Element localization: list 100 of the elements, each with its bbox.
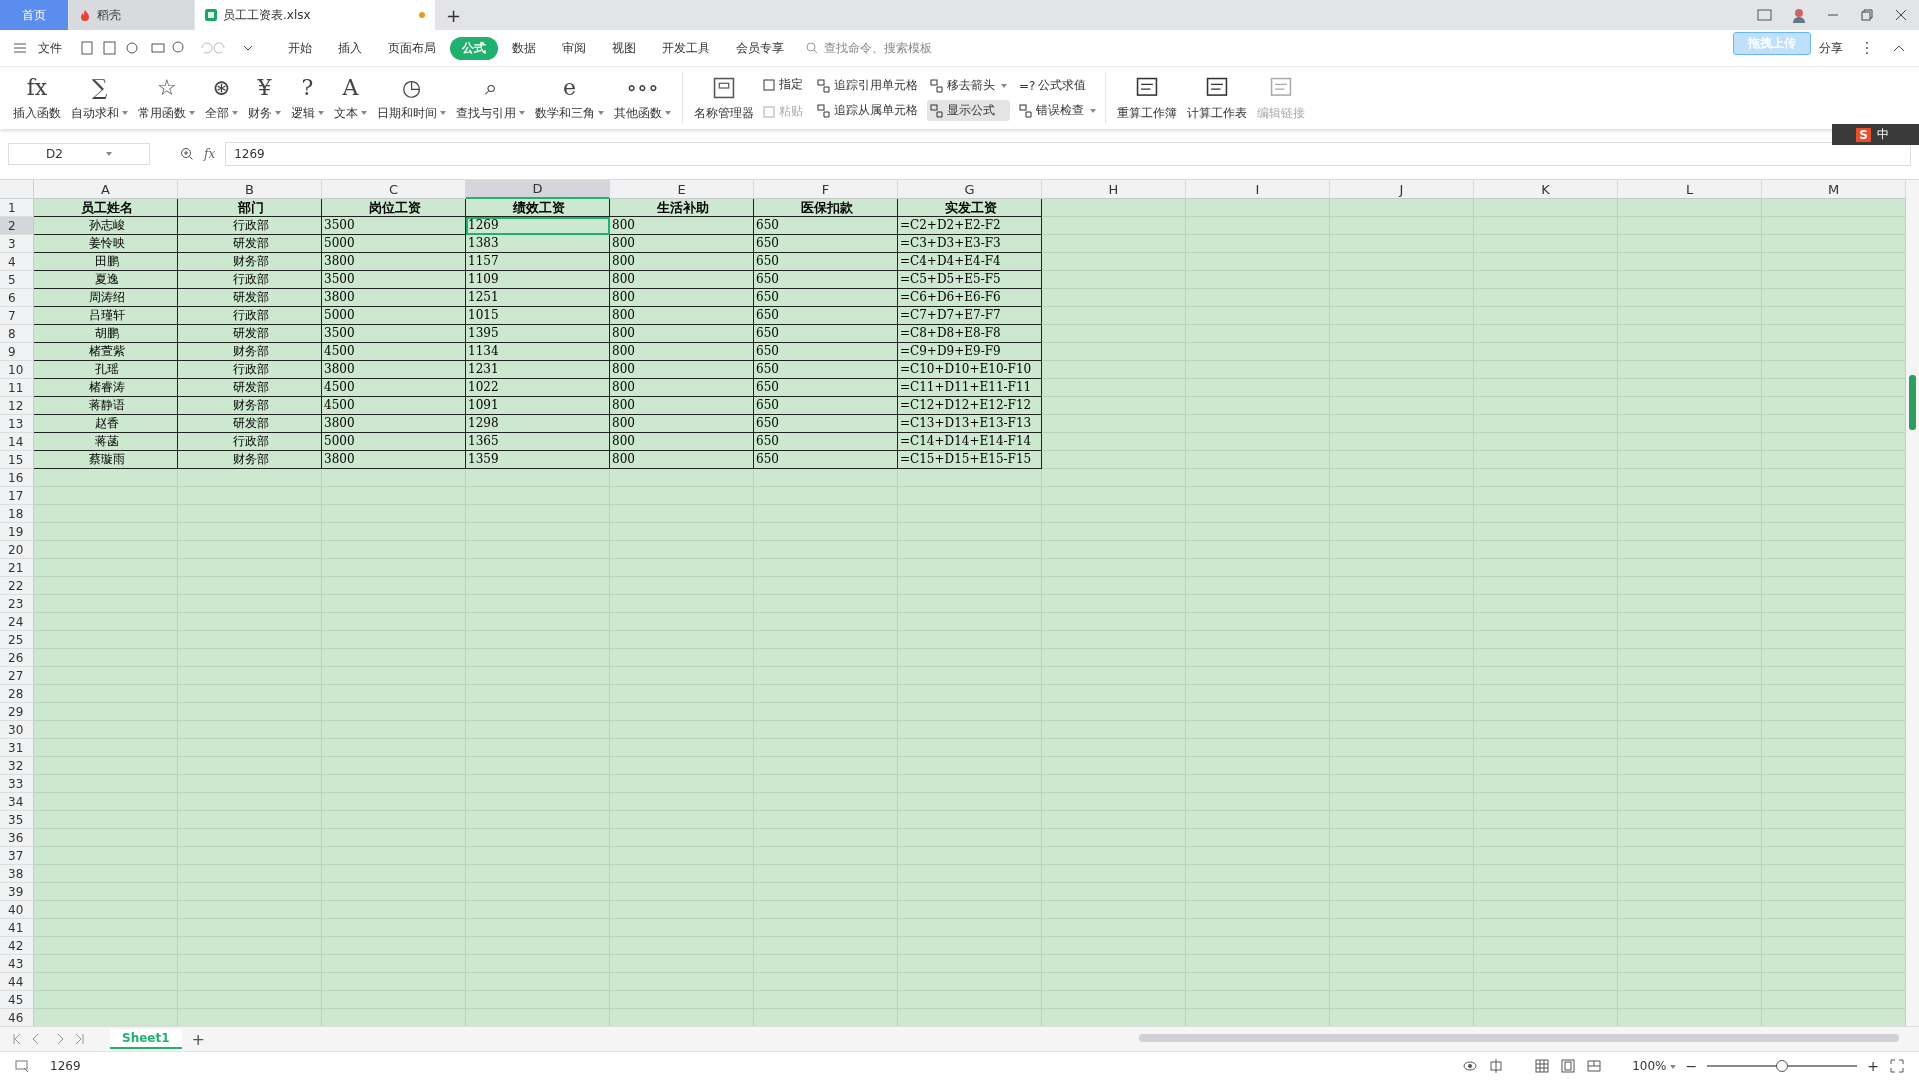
row-number[interactable]: 6 — [0, 289, 34, 307]
row-number[interactable]: 41 — [0, 919, 34, 937]
row-number[interactable]: 37 — [0, 847, 34, 865]
fullscreen-icon[interactable] — [1889, 1058, 1905, 1074]
formula-field[interactable]: 1269 — [225, 142, 1911, 166]
window-icon[interactable] — [1757, 7, 1773, 23]
row-number[interactable]: 30 — [0, 721, 34, 739]
menu-icon[interactable] — [12, 40, 28, 56]
function-button[interactable]: ¥ 财务 — [243, 74, 286, 122]
normal-view-icon[interactable] — [1534, 1058, 1551, 1074]
tool-button[interactable]: 指定 — [759, 74, 806, 95]
row-number[interactable]: 14 — [0, 433, 34, 451]
row-number[interactable]: 38 — [0, 865, 34, 883]
tool-button[interactable]: 错误检查 — [1016, 100, 1099, 121]
row-number[interactable]: 20 — [0, 541, 34, 559]
function-button[interactable]: fx 插入函数 — [8, 74, 66, 122]
input-method-toolbar[interactable]: S 中 — [1832, 124, 1919, 145]
zoom-out-button[interactable]: − — [1685, 1058, 1698, 1074]
row-number[interactable]: 16 — [0, 469, 34, 487]
name-manager-button[interactable]: 名称管理器 — [689, 74, 759, 122]
page-layout-icon[interactable] — [1560, 1058, 1577, 1074]
column-letter[interactable]: B — [178, 180, 322, 199]
ribbon-tab[interactable]: 视图 — [600, 36, 648, 60]
row-number[interactable]: 24 — [0, 613, 34, 631]
row-number[interactable]: 19 — [0, 523, 34, 541]
file-menu[interactable]: 文件 — [30, 39, 70, 57]
row-number[interactable]: 36 — [0, 829, 34, 847]
column-letter[interactable]: K — [1474, 180, 1618, 199]
row-number[interactable]: 3 — [0, 235, 34, 253]
row-number[interactable]: 46 — [0, 1009, 34, 1026]
column-letter[interactable]: F — [754, 180, 898, 199]
tool-button[interactable]: 追踪从属单元格 — [814, 100, 921, 121]
tool-button[interactable]: 移去箭头 — [927, 75, 1010, 96]
row-number[interactable]: 29 — [0, 703, 34, 721]
ribbon-tab[interactable]: 数据 — [500, 36, 548, 60]
column-letter[interactable]: A — [34, 180, 178, 199]
row-number[interactable]: 35 — [0, 811, 34, 829]
row-number[interactable]: 17 — [0, 487, 34, 505]
function-button[interactable]: ⊛ 全部 — [200, 74, 243, 122]
row-number[interactable]: 1 — [0, 199, 34, 217]
column-letter[interactable]: G — [898, 180, 1042, 199]
scrollbar-thumb[interactable] — [1139, 1034, 1899, 1042]
row-number[interactable]: 4 — [0, 253, 34, 271]
column-letter[interactable]: E — [610, 180, 754, 199]
calculate-button[interactable]: 计算工作表 — [1182, 74, 1252, 122]
row-number[interactable]: 23 — [0, 595, 34, 613]
name-box[interactable]: D2 — [8, 143, 150, 165]
row-number[interactable]: 5 — [0, 271, 34, 289]
row-number[interactable]: 43 — [0, 955, 34, 973]
row-number[interactable]: 26 — [0, 649, 34, 667]
function-button[interactable]: ☆ 常用函数 — [133, 74, 200, 122]
function-button[interactable]: ⌕ 查找与引用 — [451, 74, 530, 122]
row-number[interactable]: 32 — [0, 757, 34, 775]
row-number[interactable]: 2 — [0, 217, 34, 235]
function-button[interactable]: ◷ 日期和时间 — [372, 74, 451, 122]
row-number[interactable]: 12 — [0, 397, 34, 415]
row-number[interactable]: 15 — [0, 451, 34, 469]
function-button[interactable]: e 数学和三角 — [530, 74, 609, 122]
row-number[interactable]: 39 — [0, 883, 34, 901]
column-letter[interactable]: H — [1042, 180, 1186, 199]
macro-icon[interactable] — [14, 1058, 30, 1074]
column-letter[interactable]: L — [1618, 180, 1762, 199]
column-letter[interactable]: M — [1762, 180, 1906, 199]
row-number[interactable]: 31 — [0, 739, 34, 757]
row-number[interactable]: 10 — [0, 361, 34, 379]
column-letter[interactable]: D — [466, 180, 610, 199]
row-number[interactable]: 25 — [0, 631, 34, 649]
tool-button[interactable]: =? 公式求值 — [1016, 75, 1099, 96]
tool-button[interactable]: 追踪引用单元格 — [814, 75, 921, 96]
function-button[interactable]: ∘∘∘ 其他函数 — [609, 74, 676, 122]
function-label[interactable]: fx — [204, 147, 216, 161]
close-icon[interactable] — [1893, 7, 1909, 23]
function-button[interactable]: ? 逻辑 — [286, 74, 329, 122]
add-sheet-button[interactable]: + — [191, 1029, 205, 1049]
row-number[interactable]: 28 — [0, 685, 34, 703]
row-number[interactable]: 45 — [0, 991, 34, 1009]
column-letter[interactable]: I — [1186, 180, 1330, 199]
zoom-in-button[interactable]: + — [1867, 1058, 1879, 1074]
row-number[interactable]: 11 — [0, 379, 34, 397]
new-tab-button[interactable]: + — [436, 4, 472, 26]
ribbon-tab[interactable]: 会员专享 — [724, 36, 796, 60]
row-number[interactable]: 33 — [0, 775, 34, 793]
row-number[interactable]: 44 — [0, 973, 34, 991]
slider-thumb[interactable] — [1776, 1060, 1789, 1072]
tool-button[interactable]: 显示公式 — [927, 100, 1010, 121]
ribbon-tab[interactable]: 开始 — [276, 36, 324, 60]
row-number[interactable]: 18 — [0, 505, 34, 523]
ribbon-tab[interactable]: 开发工具 — [650, 36, 722, 60]
function-button[interactable]: ∑ 自动求和 — [66, 74, 133, 122]
column-letter[interactable]: J — [1330, 180, 1474, 199]
row-number[interactable]: 42 — [0, 937, 34, 955]
restore-icon[interactable] — [1859, 7, 1875, 23]
function-button[interactable]: A 文本 — [329, 74, 372, 122]
ribbon-tab[interactable]: 插入 — [326, 36, 374, 60]
row-number[interactable]: 7 — [0, 307, 34, 325]
ribbon-tab[interactable]: 页面布局 — [376, 36, 448, 60]
row-number[interactable]: 27 — [0, 667, 34, 685]
row-number[interactable]: 9 — [0, 343, 34, 361]
column-letter[interactable]: C — [322, 180, 466, 199]
page-break-icon[interactable] — [1586, 1058, 1603, 1074]
